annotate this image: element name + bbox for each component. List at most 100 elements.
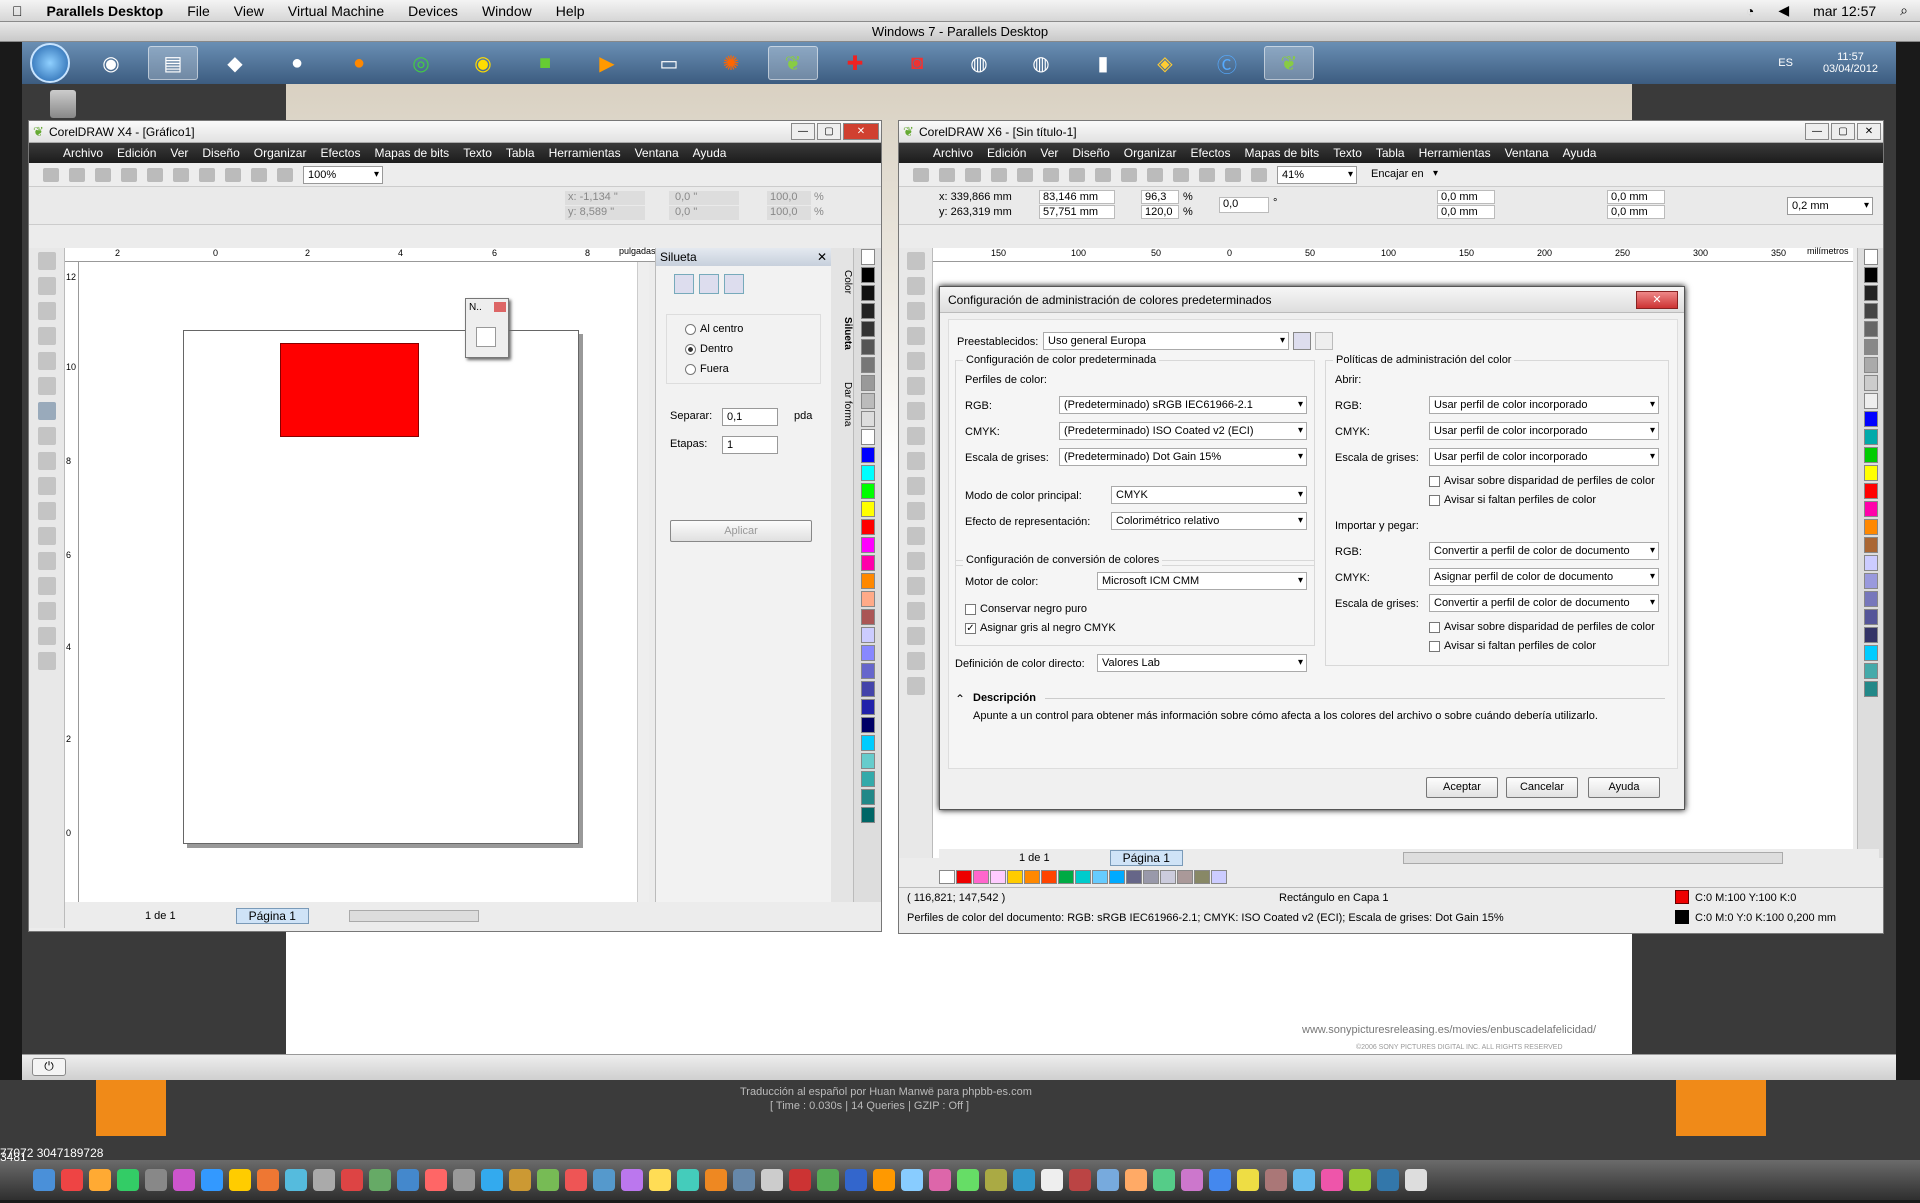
menu-ayuda[interactable]: Ayuda <box>1563 146 1597 160</box>
taskbar-ie-icon[interactable]: ◉ <box>86 46 136 80</box>
dock-app-icon[interactable] <box>1293 1169 1315 1191</box>
import-icon[interactable] <box>251 167 267 182</box>
vertical-scrollbar[interactable] <box>637 262 649 902</box>
menu-mapas[interactable]: Mapas de bits <box>1244 146 1319 160</box>
dock-app-icon[interactable] <box>733 1169 755 1191</box>
basic-shapes-icon[interactable] <box>37 477 56 495</box>
contour-inside-icon[interactable] <box>699 274 719 294</box>
menu-archivo[interactable]: Archivo <box>933 146 973 160</box>
print-icon[interactable] <box>121 167 137 182</box>
new-icon[interactable] <box>913 167 929 182</box>
menu-ayuda[interactable]: Ayuda <box>693 146 727 160</box>
redo-icon[interactable] <box>225 167 241 182</box>
shape-tool-icon[interactable] <box>37 277 56 295</box>
taskbar-app-icon[interactable]: ▮ <box>1078 46 1128 80</box>
x4-canvas[interactable]: N.. <box>79 262 649 902</box>
help-button[interactable]: Ayuda <box>1588 777 1660 798</box>
dock-app-icon[interactable] <box>1237 1169 1259 1191</box>
text-tool-icon[interactable] <box>906 477 925 495</box>
outline-swatch[interactable] <box>1675 910 1689 924</box>
menu-organizar[interactable]: Organizar <box>1124 146 1177 160</box>
keep-pure-black-checkbox[interactable]: Conservar negro puro <box>965 603 1087 615</box>
color-swatch[interactable] <box>860 555 875 571</box>
dock-app-icon[interactable] <box>957 1169 979 1191</box>
dock-app-icon[interactable] <box>1377 1169 1399 1191</box>
import-cmyk-combo[interactable]: Asignar perfil de color de documento <box>1429 568 1659 586</box>
color-swatch[interactable] <box>1863 645 1878 661</box>
taskbar-app-icon[interactable]: ✚ <box>830 46 880 80</box>
color-swatch[interactable] <box>860 429 875 445</box>
color-swatch[interactable] <box>1863 483 1878 499</box>
export-icon[interactable] <box>1199 167 1215 182</box>
dock-app-icon[interactable] <box>1265 1169 1287 1191</box>
interactive-fill-icon[interactable] <box>906 677 925 695</box>
color-swatch[interactable] <box>860 807 875 823</box>
collapse-chevron-icon[interactable]: ⌃ <box>955 692 965 706</box>
rgb-profile-combo[interactable]: (Predeterminado) sRGB IEC61966-2.1 <box>1059 396 1307 414</box>
menu-vm[interactable]: Virtual Machine <box>276 3 396 19</box>
pick-tool-icon[interactable] <box>37 252 56 270</box>
dock-app-icon[interactable] <box>1181 1169 1203 1191</box>
menu-help[interactable]: Help <box>544 3 597 19</box>
color-swatch[interactable] <box>860 573 875 589</box>
dock-app-icon[interactable] <box>1013 1169 1035 1191</box>
taskbar-coreldraw-icon[interactable]: ❦ <box>768 46 818 80</box>
color-swatch[interactable] <box>860 501 875 517</box>
dock-app-icon[interactable] <box>873 1169 895 1191</box>
dock-app-icon[interactable] <box>1349 1169 1371 1191</box>
shape-tool-icon[interactable] <box>906 277 925 295</box>
ok-button[interactable]: Aceptar <box>1426 777 1498 798</box>
render-intent-combo[interactable]: Colorimétrico relativo <box>1111 512 1307 530</box>
outline-tool-icon[interactable] <box>906 627 925 645</box>
menu-devices[interactable]: Devices <box>396 3 470 19</box>
dock-app-icon[interactable] <box>1153 1169 1175 1191</box>
maximize-button[interactable]: ▢ <box>1831 123 1855 140</box>
color-swatch[interactable] <box>860 267 875 283</box>
color-swatch[interactable] <box>860 303 875 319</box>
dock-app-icon[interactable] <box>677 1169 699 1191</box>
apple-icon[interactable]:  <box>0 3 35 19</box>
document-swatch[interactable] <box>1041 870 1057 884</box>
color-swatch[interactable] <box>1863 285 1878 301</box>
export-icon[interactable] <box>277 167 293 182</box>
radio-fuera[interactable]: Fuera <box>685 363 820 375</box>
dock-app-icon[interactable] <box>145 1169 167 1191</box>
app-launcher-icon[interactable] <box>1251 167 1267 182</box>
import-warn-mismatch-checkbox[interactable]: Avisar sobre disparidad de perfiles de c… <box>1429 621 1655 633</box>
dock-app-icon[interactable] <box>89 1169 111 1191</box>
rectangle-tool-icon[interactable] <box>37 402 56 420</box>
open-warn-missing-checkbox[interactable]: Avisar si faltan perfiles de color <box>1429 494 1596 506</box>
close-button[interactable]: ✕ <box>1636 291 1678 309</box>
mini-popup[interactable]: N.. <box>465 298 509 358</box>
dock-app-icon[interactable] <box>453 1169 475 1191</box>
taskbar-app-icon[interactable]: ◈ <box>1140 46 1190 80</box>
document-swatch[interactable] <box>1194 870 1210 884</box>
document-swatch[interactable] <box>1109 870 1125 884</box>
dock-app-icon[interactable] <box>1097 1169 1119 1191</box>
color-swatch[interactable] <box>860 537 875 553</box>
table-tool-icon[interactable] <box>37 527 56 545</box>
eyedropper-icon[interactable] <box>37 577 56 595</box>
color-swatch[interactable] <box>860 483 875 499</box>
color-swatch[interactable] <box>860 321 875 337</box>
document-swatch[interactable] <box>990 870 1006 884</box>
dock-app-icon[interactable] <box>285 1169 307 1191</box>
color-swatch[interactable] <box>1863 411 1878 427</box>
copy-icon[interactable] <box>1043 167 1059 182</box>
cancel-button[interactable]: Cancelar <box>1506 777 1578 798</box>
dock-app-icon[interactable] <box>761 1169 783 1191</box>
color-swatch[interactable] <box>1863 267 1878 283</box>
document-swatch[interactable] <box>1177 870 1193 884</box>
cut-icon[interactable] <box>147 167 163 182</box>
taskbar-chrome-icon[interactable]: ◎ <box>396 46 446 80</box>
x-field[interactable]: x: 339,866 mm <box>939 191 1012 203</box>
polygon-tool-icon[interactable] <box>906 452 925 470</box>
scale-x-field[interactable]: 100,0 <box>767 191 811 205</box>
color-swatch[interactable] <box>860 681 875 697</box>
menu-ventana[interactable]: Ventana <box>1505 146 1549 160</box>
menu-ver[interactable]: Ver <box>170 146 188 160</box>
color-swatch[interactable] <box>860 591 875 607</box>
gray-profile-combo[interactable]: (Predeterminado) Dot Gain 15% <box>1059 448 1307 466</box>
document-swatch[interactable] <box>939 870 955 884</box>
open-rgb-combo[interactable]: Usar perfil de color incorporado <box>1429 396 1659 414</box>
